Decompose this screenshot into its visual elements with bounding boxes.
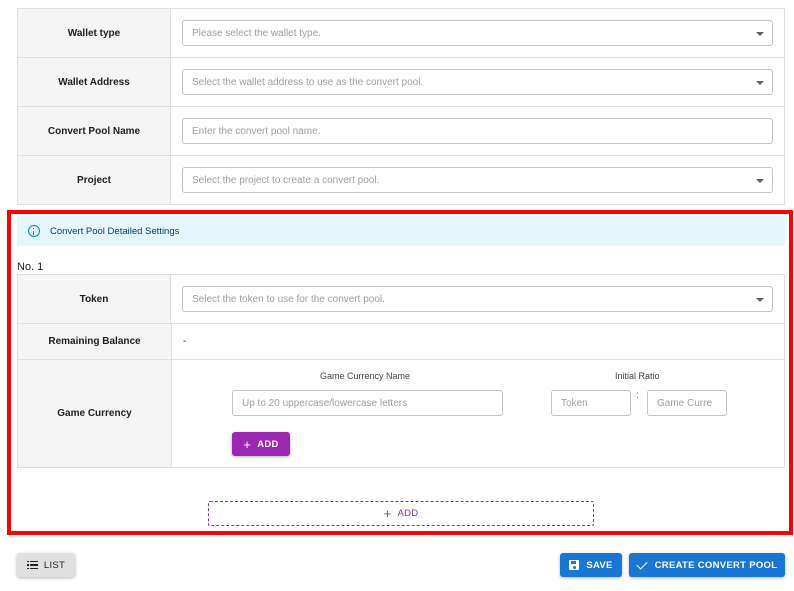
ratio-currency-input[interactable]: Game Curre: [647, 390, 727, 416]
plus-icon: +: [243, 436, 252, 452]
game-currency-name-header: Game Currency Name: [320, 371, 411, 381]
project-label: Project: [18, 156, 171, 204]
detail-settings-alert: Convert Pool Detailed Settings: [17, 216, 785, 246]
add-pool-detail-button[interactable]: + ADD: [208, 501, 594, 526]
save-button[interactable]: SAVE: [560, 553, 622, 577]
item-number: No. 1: [17, 261, 44, 273]
ratio-token-placeholder: Token: [561, 397, 588, 409]
wallet-type-label: Wallet type: [18, 9, 171, 57]
project-row: Project Select the project to create a c…: [18, 156, 784, 205]
wallet-type-placeholder: Please select the wallet type.: [192, 27, 321, 39]
wallet-address-select[interactable]: Select the wallet address to use as the …: [182, 69, 773, 95]
pool-form-table: Wallet type Please select the wallet typ…: [17, 8, 785, 205]
wallet-type-select[interactable]: Please select the wallet type.: [182, 20, 773, 46]
wallet-type-row: Wallet type Please select the wallet typ…: [18, 9, 784, 58]
list-button[interactable]: LIST: [17, 553, 75, 577]
add-game-currency-label: ADD: [257, 438, 279, 450]
remaining-balance-value: -: [183, 336, 187, 347]
pool-name-placeholder: Enter the convert pool name.: [192, 125, 321, 137]
add-pool-detail-label: ADD: [397, 508, 419, 519]
pool-name-row: Convert Pool Name Enter the convert pool…: [18, 107, 784, 156]
token-row: Token Select the token to use for the co…: [18, 275, 784, 324]
game-currency-area: Game Currency Name Initial Ratio Up to 2…: [172, 360, 784, 467]
create-convert-pool-label: CREATE CONVERT POOL: [654, 559, 778, 571]
wallet-address-label: Wallet Address: [18, 58, 171, 106]
chevron-down-icon: [756, 179, 764, 183]
save-button-label: SAVE: [586, 559, 613, 571]
token-label: Token: [18, 275, 171, 323]
save-icon: [569, 560, 580, 570]
create-convert-pool-button[interactable]: CREATE CONVERT POOL: [629, 553, 785, 577]
game-currency-row: Game Currency Game Currency Name Initial…: [18, 360, 784, 468]
info-icon: [28, 225, 40, 237]
project-select[interactable]: Select the project to create a convert p…: [182, 167, 773, 193]
game-currency-name-placeholder: Up to 20 uppercase/lowercase letters: [242, 397, 408, 409]
token-placeholder: Select the token to use for the convert …: [192, 293, 385, 305]
plus-icon: +: [383, 506, 392, 521]
remaining-balance-label: Remaining Balance: [18, 324, 172, 359]
detail-settings-text: Convert Pool Detailed Settings: [50, 225, 180, 237]
pool-name-input[interactable]: Enter the convert pool name.: [182, 118, 773, 144]
project-placeholder: Select the project to create a convert p…: [192, 174, 380, 186]
token-select[interactable]: Select the token to use for the convert …: [182, 286, 773, 312]
ratio-currency-placeholder: Game Curre: [657, 397, 713, 409]
detail-table: Token Select the token to use for the co…: [17, 274, 785, 468]
game-currency-label: Game Currency: [18, 360, 172, 467]
wallet-address-row: Wallet Address Select the wallet address…: [18, 58, 784, 107]
wallet-address-placeholder: Select the wallet address to use as the …: [192, 76, 424, 88]
remaining-balance-row: Remaining Balance -: [18, 324, 784, 360]
list-icon: [26, 560, 38, 570]
check-icon: [635, 557, 648, 570]
pool-name-label: Convert Pool Name: [18, 107, 171, 155]
game-currency-name-input[interactable]: Up to 20 uppercase/lowercase letters: [232, 390, 503, 416]
list-button-label: LIST: [43, 559, 66, 571]
initial-ratio-header: Initial Ratio: [615, 371, 660, 381]
chevron-down-icon: [756, 298, 764, 302]
chevron-down-icon: [756, 81, 764, 85]
ratio-token-input[interactable]: Token: [551, 390, 631, 416]
chevron-down-icon: [756, 32, 764, 36]
add-game-currency-button[interactable]: + ADD: [232, 432, 290, 456]
ratio-separator: :: [636, 390, 639, 401]
